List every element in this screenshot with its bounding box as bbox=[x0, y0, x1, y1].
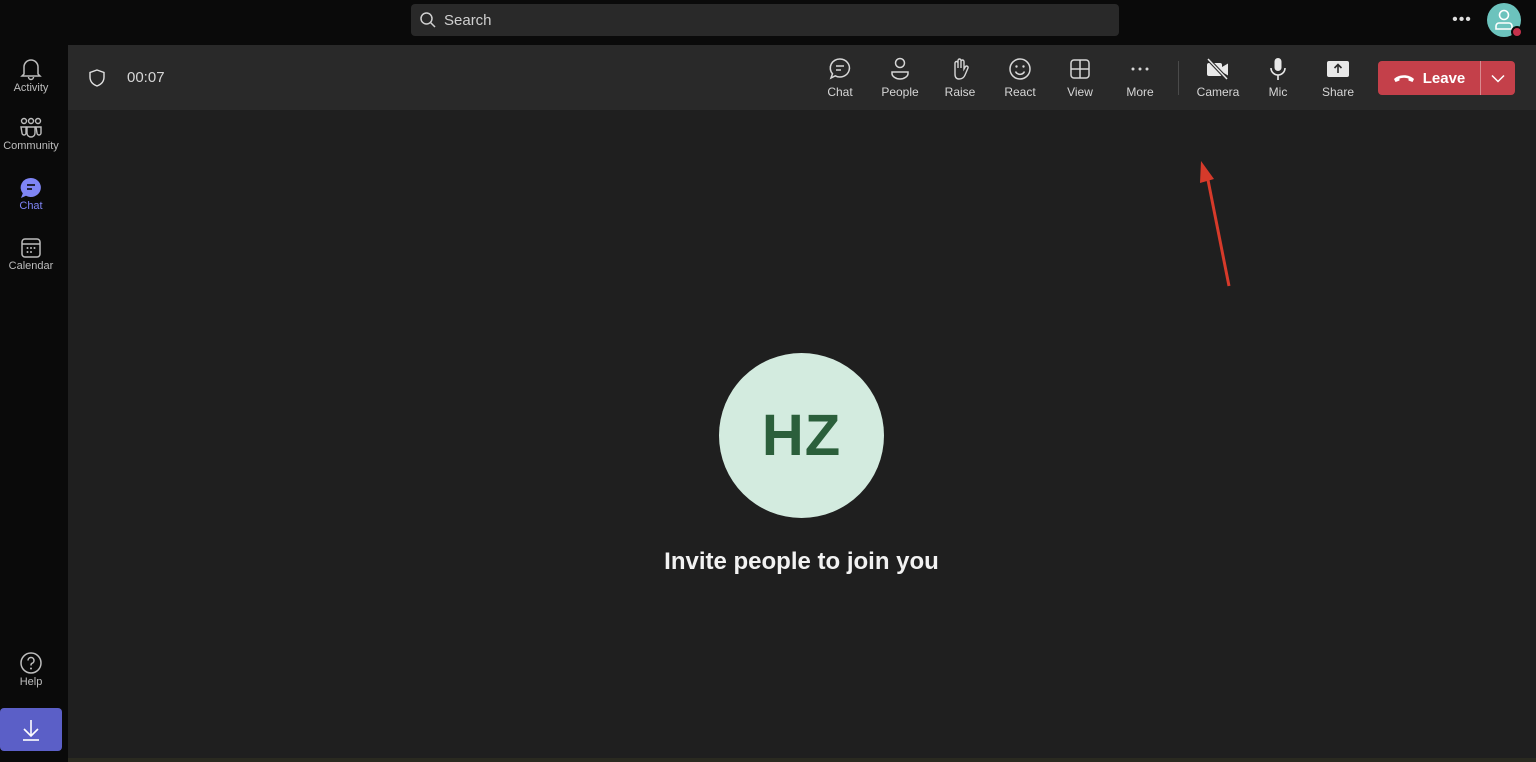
chat-icon bbox=[20, 177, 41, 198]
toolbar-divider bbox=[1178, 61, 1179, 95]
more-icon bbox=[1131, 67, 1149, 71]
share-button[interactable]: Share bbox=[1308, 56, 1368, 104]
shield-icon[interactable] bbox=[89, 69, 105, 87]
community-icon bbox=[20, 117, 42, 138]
people-icon bbox=[891, 57, 909, 80]
bell-icon bbox=[20, 59, 42, 81]
control-label: Chat bbox=[827, 85, 853, 99]
rail-label: Chat bbox=[19, 200, 43, 212]
mic-icon bbox=[1270, 58, 1286, 80]
help-icon bbox=[20, 652, 42, 674]
annotation-arrow-icon bbox=[1200, 161, 1231, 287]
control-label: View bbox=[1067, 85, 1093, 99]
hang-up-icon bbox=[1393, 75, 1414, 82]
react-button[interactable]: React bbox=[990, 56, 1050, 104]
rail-label: Community bbox=[3, 140, 59, 152]
leave-button-group: Leave bbox=[1378, 61, 1515, 95]
meeting-stage: 00:07 Chat People Raise React View More bbox=[68, 45, 1536, 758]
call-timer: 00:07 bbox=[127, 69, 165, 86]
grid-view-icon bbox=[1070, 59, 1090, 79]
search-box[interactable] bbox=[411, 4, 1119, 36]
rail-item-activity[interactable]: Activity bbox=[0, 57, 62, 94]
leave-options-dropdown[interactable] bbox=[1481, 61, 1515, 95]
user-avatar[interactable] bbox=[1487, 3, 1523, 38]
raise-hand-button[interactable]: Raise bbox=[930, 56, 990, 104]
status-badge bbox=[1511, 26, 1523, 38]
more-button[interactable]: More bbox=[1110, 56, 1170, 104]
call-toolbar: 00:07 Chat People Raise React View More bbox=[68, 45, 1536, 110]
leave-label: Leave bbox=[1422, 69, 1466, 87]
view-button[interactable]: View bbox=[1050, 56, 1110, 104]
control-label: Raise bbox=[944, 85, 976, 99]
control-label: People bbox=[881, 85, 919, 99]
rail-label: Activity bbox=[13, 82, 49, 94]
rail-label: Calendar bbox=[8, 260, 54, 272]
rail-label: Help bbox=[19, 676, 43, 688]
camera-off-icon bbox=[1206, 57, 1229, 81]
rail-item-help[interactable]: Help bbox=[0, 651, 62, 688]
desktop-background-strip bbox=[68, 758, 1536, 762]
download-icon bbox=[23, 719, 39, 741]
more-horizontal-icon[interactable]: ••• bbox=[1450, 10, 1474, 30]
rail-item-calendar[interactable]: Calendar bbox=[0, 237, 62, 272]
calendar-icon bbox=[21, 238, 41, 258]
rail-item-community[interactable]: Community bbox=[0, 117, 62, 152]
rail-item-chat[interactable]: Chat bbox=[0, 177, 62, 212]
download-button[interactable] bbox=[0, 708, 62, 751]
camera-button[interactable]: Camera bbox=[1188, 56, 1248, 104]
control-label: Mic bbox=[1268, 85, 1288, 99]
control-label: More bbox=[1126, 85, 1154, 99]
people-button[interactable]: People bbox=[870, 56, 930, 104]
mic-button[interactable]: Mic bbox=[1248, 56, 1308, 104]
control-label: React bbox=[1004, 85, 1036, 99]
search-input[interactable] bbox=[444, 11, 1044, 29]
raise-hand-icon bbox=[954, 58, 969, 80]
search-icon bbox=[420, 12, 436, 28]
invite-message: Invite people to join you bbox=[664, 548, 939, 575]
top-bar: ••• bbox=[0, 0, 1536, 45]
control-label: Share bbox=[1321, 85, 1355, 99]
avatar-initials: HZ bbox=[761, 403, 842, 468]
leave-button[interactable]: Leave bbox=[1378, 61, 1480, 95]
share-icon bbox=[1327, 61, 1349, 77]
app-rail: Activity Community Chat Calendar Help bbox=[0, 45, 68, 762]
chat-bubble-icon bbox=[829, 58, 851, 80]
chat-button[interactable]: Chat bbox=[810, 56, 870, 104]
participant-avatar: HZ bbox=[719, 353, 884, 518]
chevron-down-icon bbox=[1491, 74, 1505, 83]
smiley-icon bbox=[1009, 58, 1031, 80]
control-label: Camera bbox=[1196, 85, 1240, 99]
